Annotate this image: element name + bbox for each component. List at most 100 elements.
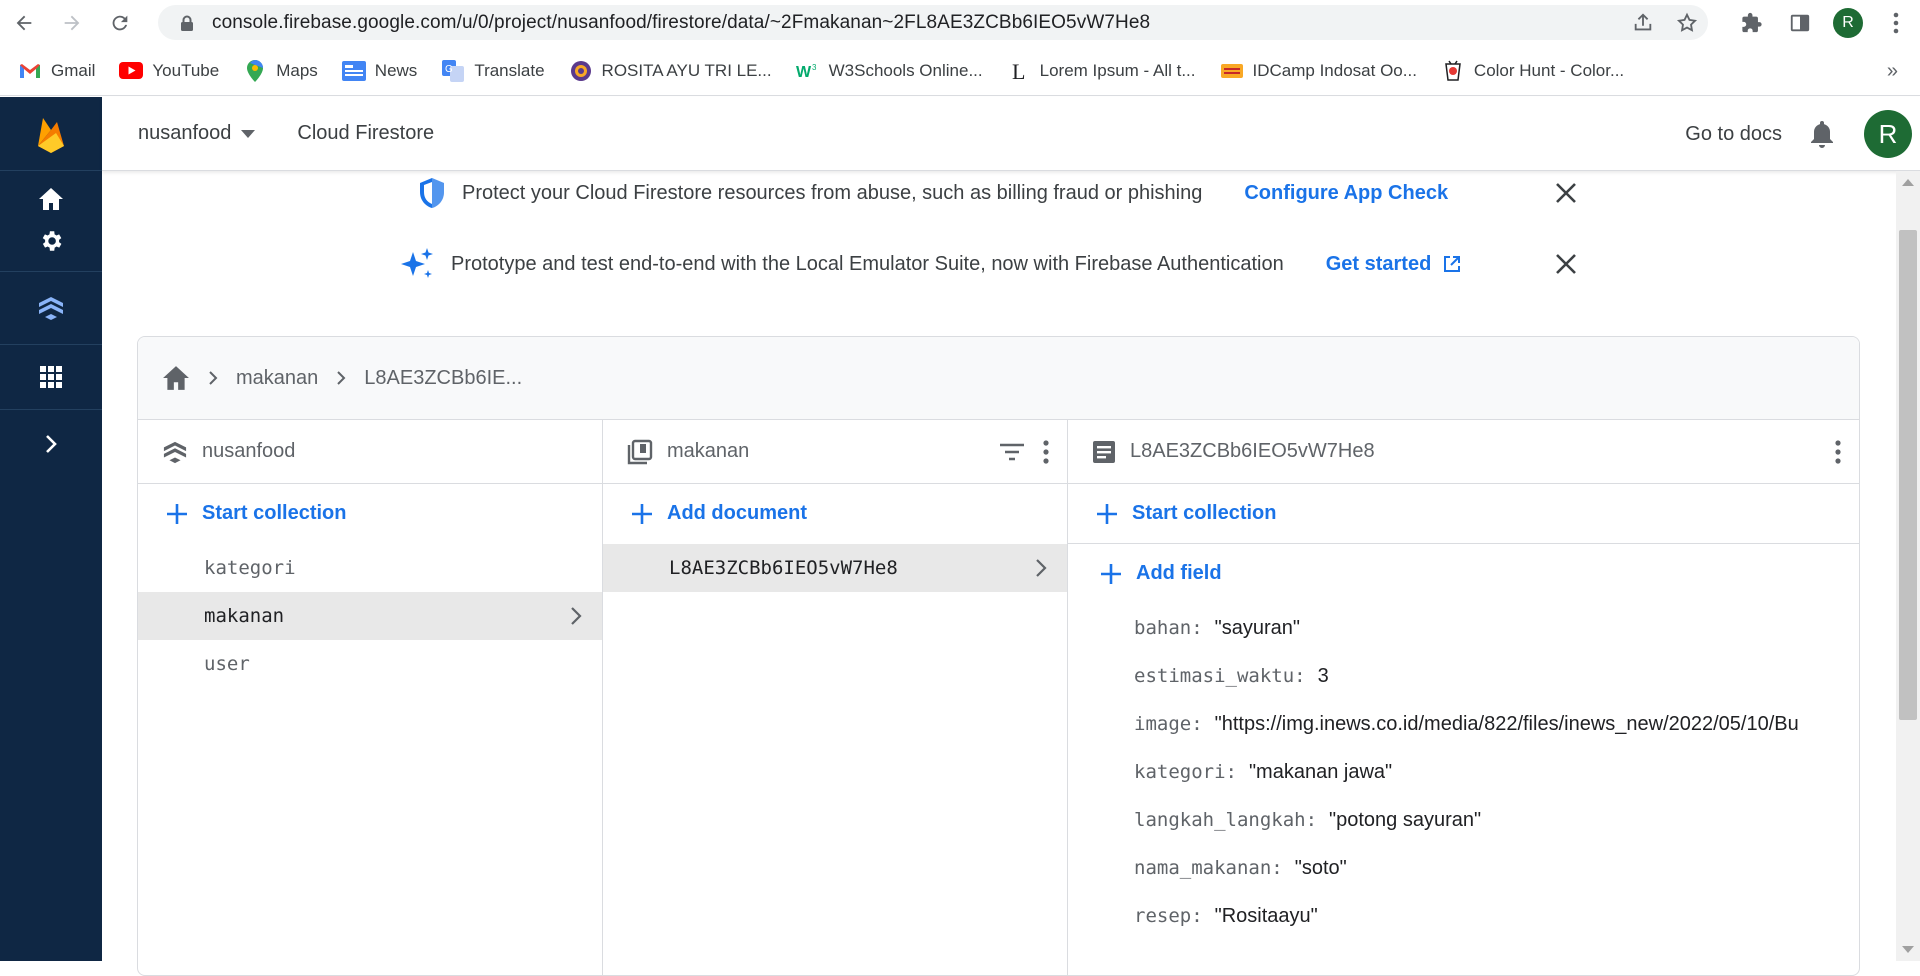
bookmark-star-icon[interactable] bbox=[1676, 12, 1698, 34]
address-bar[interactable]: console.firebase.google.com/u/0/project/… bbox=[158, 5, 1708, 40]
bookmark-w3schools[interactable]: W3 W3Schools Online... bbox=[796, 61, 983, 81]
close-icon[interactable] bbox=[1554, 252, 1578, 276]
bookmarks-bar: Gmail YouTube Maps News G Translate ROSI… bbox=[0, 46, 1920, 96]
extensions-button[interactable] bbox=[1728, 12, 1776, 34]
rail-all-products[interactable] bbox=[0, 351, 102, 403]
reload-button[interactable] bbox=[96, 0, 144, 46]
start-collection-button[interactable]: Start collection bbox=[138, 484, 602, 544]
chrome-menu-button[interactable] bbox=[1872, 12, 1920, 34]
field-value: "potong sayuran" bbox=[1329, 808, 1482, 831]
rail-firestore[interactable] bbox=[0, 278, 102, 338]
bookmark-label: W3Schools Online... bbox=[828, 60, 983, 80]
forward-button[interactable] bbox=[48, 0, 96, 46]
document-id: L8AE3ZCBb6IEO5vW7He8 bbox=[669, 557, 898, 579]
home-icon[interactable] bbox=[162, 365, 190, 391]
bookmark-translate[interactable]: G Translate bbox=[441, 59, 545, 82]
field-row[interactable]: resep: "Rositaayu" bbox=[1068, 892, 1859, 940]
bookmark-lorem[interactable]: L Lorem Ipsum - All t... bbox=[1007, 60, 1196, 82]
firebase-side-rail bbox=[0, 97, 102, 961]
rail-settings[interactable] bbox=[0, 217, 102, 265]
field-key: nama_makanan: bbox=[1134, 857, 1283, 879]
rail-divider bbox=[0, 344, 102, 345]
chevron-right-icon bbox=[571, 607, 582, 625]
rail-home[interactable] bbox=[0, 175, 102, 223]
configure-app-check-link[interactable]: Configure App Check bbox=[1244, 182, 1448, 205]
breadcrumb-document[interactable]: L8AE3ZCBb6IE... bbox=[364, 367, 522, 390]
home-icon bbox=[39, 188, 63, 210]
breadcrumb: makanan L8AE3ZCBb6IE... bbox=[138, 337, 1859, 420]
colorhunt-icon bbox=[1441, 60, 1465, 81]
maps-icon bbox=[243, 59, 267, 82]
bookmark-label: ROSITA AYU TRI LE... bbox=[601, 60, 772, 80]
collection-item-makanan[interactable]: makanan bbox=[138, 592, 602, 640]
kebab-menu-icon[interactable] bbox=[1043, 439, 1049, 464]
scrollbar-thumb[interactable] bbox=[1899, 230, 1917, 720]
rail-divider bbox=[0, 271, 102, 272]
field-value: 3 bbox=[1317, 664, 1329, 687]
bookmarks-overflow-button[interactable]: » bbox=[1887, 60, 1898, 83]
chevron-right-icon bbox=[1036, 559, 1047, 577]
field-row[interactable]: estimasi_waktu: 3 bbox=[1068, 652, 1859, 700]
project-selector[interactable]: nusanfood bbox=[138, 122, 256, 145]
start-collection-label: Start collection bbox=[1132, 502, 1277, 524]
get-started-link[interactable]: Get started bbox=[1326, 253, 1462, 276]
external-link-icon bbox=[1444, 256, 1461, 272]
notifications-bell-icon[interactable] bbox=[1810, 120, 1834, 148]
bookmark-youtube[interactable]: YouTube bbox=[119, 61, 219, 81]
app-check-banner: Protect your Cloud Firestore resources f… bbox=[418, 172, 1578, 214]
scroll-down-arrow-icon[interactable] bbox=[1902, 946, 1914, 953]
bookmark-rosita[interactable]: ROSITA AYU TRI LE... bbox=[569, 60, 772, 81]
document-item[interactable]: L8AE3ZCBb6IEO5vW7He8 bbox=[603, 544, 1067, 592]
scroll-up-arrow-icon[interactable] bbox=[1902, 179, 1914, 186]
go-to-docs-link[interactable]: Go to docs bbox=[1685, 123, 1782, 146]
collection-item-kategori[interactable]: kategori bbox=[138, 544, 602, 592]
rail-expand-button[interactable] bbox=[0, 416, 102, 472]
shield-icon bbox=[420, 178, 444, 208]
bookmark-idcamp[interactable]: IDCamp Indosat Oo... bbox=[1220, 61, 1417, 81]
bookmark-news[interactable]: News bbox=[341, 60, 418, 81]
add-field-button[interactable]: Add field bbox=[1068, 544, 1859, 604]
database-icon bbox=[163, 441, 187, 463]
svg-text:3: 3 bbox=[812, 63, 817, 72]
field-row[interactable]: nama_makanan: "soto" bbox=[1068, 844, 1859, 892]
bookmark-label: IDCamp Indosat Oo... bbox=[1252, 60, 1417, 80]
profile-button[interactable]: R bbox=[1824, 8, 1872, 38]
side-panel-button[interactable] bbox=[1776, 12, 1824, 34]
collection-item-user[interactable]: user bbox=[138, 640, 602, 688]
root-title: nusanfood bbox=[202, 440, 296, 462]
bookmark-colorhunt[interactable]: Color Hunt - Color... bbox=[1441, 60, 1624, 81]
breadcrumb-collection[interactable]: makanan bbox=[236, 367, 318, 390]
gmail-icon bbox=[18, 61, 42, 81]
chevron-right-icon bbox=[46, 435, 57, 453]
field-value: "soto" bbox=[1294, 856, 1347, 879]
kebab-menu-icon[interactable] bbox=[1835, 439, 1841, 464]
close-icon[interactable] bbox=[1554, 181, 1578, 205]
rail-divider bbox=[0, 409, 102, 410]
start-subcollection-button[interactable]: Start collection bbox=[1068, 484, 1859, 544]
plus-icon bbox=[1101, 563, 1121, 584]
field-row[interactable]: langkah_langkah: "potong sayuran" bbox=[1068, 796, 1859, 844]
bookmark-label: News bbox=[374, 60, 418, 80]
field-row[interactable]: image: "https://img.inews.co.id/media/822… bbox=[1068, 700, 1859, 748]
document-column: L8AE3ZCBb6IEO5vW7He8 Start collection Ad… bbox=[1068, 420, 1859, 975]
field-row[interactable]: kategori: "makanan jawa" bbox=[1068, 748, 1859, 796]
account-avatar[interactable]: R bbox=[1864, 110, 1912, 158]
firebase-flame-icon bbox=[38, 117, 64, 153]
filter-icon[interactable] bbox=[999, 443, 1025, 461]
bookmark-maps[interactable]: Maps bbox=[243, 59, 318, 82]
firebase-logo[interactable] bbox=[0, 97, 102, 171]
add-document-label: Add document bbox=[667, 502, 807, 524]
back-button[interactable] bbox=[0, 0, 48, 46]
collection-name: user bbox=[204, 653, 250, 675]
url-text[interactable]: console.firebase.google.com/u/0/project/… bbox=[212, 12, 1150, 34]
field-value: "makanan jawa" bbox=[1248, 760, 1393, 783]
lorem-icon: L bbox=[1007, 60, 1031, 82]
field-row[interactable]: bahan: "sayuran" bbox=[1068, 604, 1859, 652]
share-icon[interactable] bbox=[1632, 12, 1654, 34]
chevron-right-icon bbox=[337, 371, 346, 385]
translate-icon: G bbox=[441, 59, 465, 82]
bookmark-gmail[interactable]: Gmail bbox=[18, 61, 95, 81]
svg-text:L: L bbox=[1012, 60, 1025, 82]
w3schools-icon: W3 bbox=[796, 61, 820, 81]
add-document-button[interactable]: Add document bbox=[603, 484, 1067, 544]
